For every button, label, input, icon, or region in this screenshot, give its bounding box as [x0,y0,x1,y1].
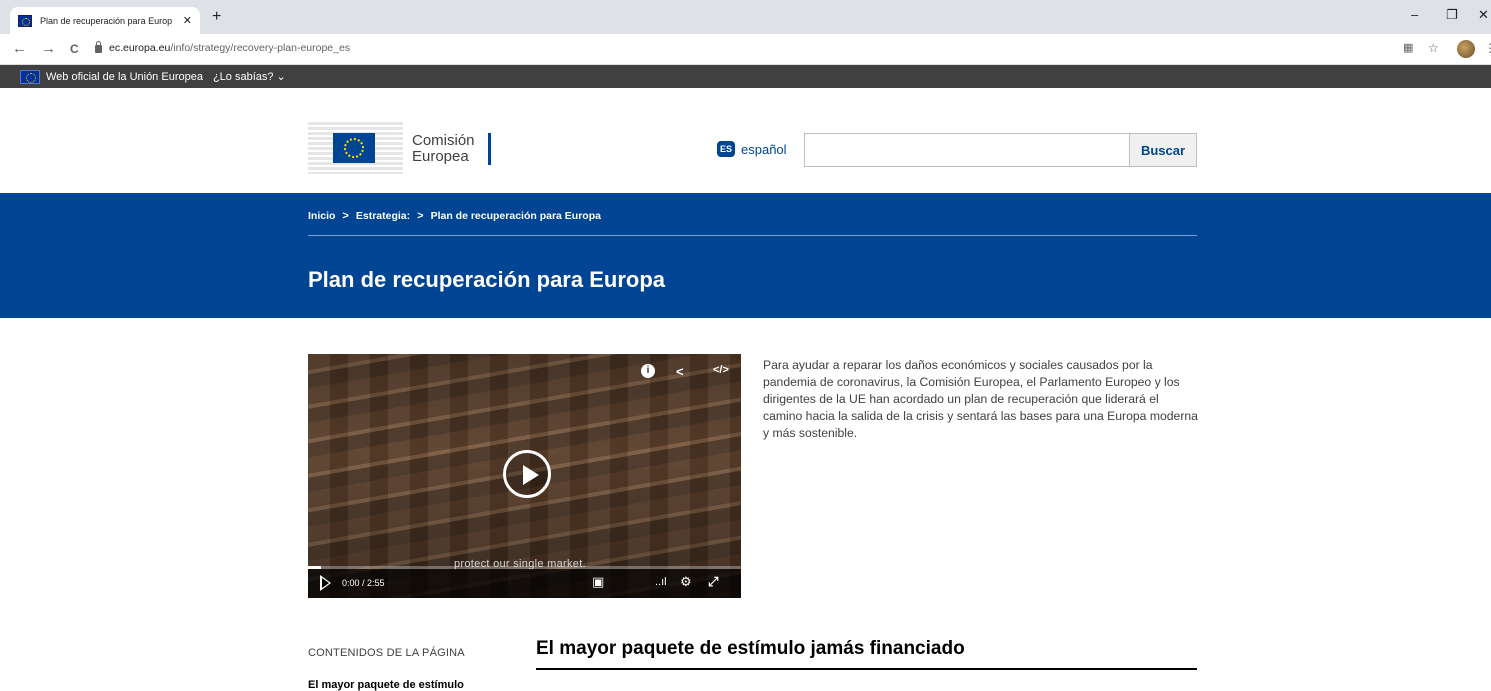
section-divider [536,668,1197,670]
breadcrumb-separator: > [342,210,349,222]
language-label: español [741,141,787,157]
browser-menu-icon[interactable]: ⋮ [1484,41,1491,55]
url-field[interactable]: ec.europa.eu/info/strategy/recovery-plan… [109,42,350,54]
fullscreen-icon[interactable]: ⤢ [708,574,718,590]
search-input[interactable] [804,133,1129,167]
eu-flag-logo-icon [333,133,375,163]
european-commission-logo[interactable]: Comisión Europea [308,122,493,174]
intro-paragraph: Para ayudar a reparar los daños económic… [763,358,1198,440]
video-time: 0:00 / 2:55 [342,578,385,588]
page-title: Plan de recuperación para Europa [308,267,666,292]
toc-item-stimulus[interactable]: El mayor paquete de estímulo [308,679,464,691]
profile-avatar[interactable] [1457,40,1475,58]
video-player[interactable]: i < </> protect our single market. 0:00 … [308,354,741,598]
video-embed-icon[interactable]: </> [713,364,729,376]
language-icon: ES [717,141,735,157]
video-control-bar: 0:00 / 2:55 ▣ ..ıl ⚙ ⤢ [308,569,741,598]
search-button[interactable]: Buscar [1129,133,1197,167]
language-selector[interactable]: ES español [717,141,787,157]
video-info-icon[interactable]: i [641,364,655,378]
page-header-banner: Inicio > Estrategia: > Plan de recuperac… [0,193,1491,318]
breadcrumb-current: Plan de recuperación para Europa [430,210,601,222]
play-icon[interactable] [503,450,551,498]
back-button[interactable]: ← [12,40,27,57]
translate-icon[interactable]: ▦ [1403,41,1413,54]
close-window-button[interactable]: ✕ [1478,7,1489,23]
eu-flag-icon [20,69,40,84]
did-you-know-toggle[interactable]: ¿Lo sabías? ⌄ [213,70,286,83]
tab-title: Plan de recuperación para Europ [40,15,173,26]
section-title: El mayor paquete de estímulo jamás finan… [536,638,965,659]
quality-icon[interactable]: ..ıl [655,576,667,588]
breadcrumb-divider [308,235,1197,236]
video-play-icon[interactable] [320,575,331,591]
browser-tab-bar: Plan de recuperación para Europ ✕ + – ❐ … [0,0,1491,34]
browser-tab[interactable]: Plan de recuperación para Europ ✕ [10,7,200,34]
logo-text: Comisión Europea [412,132,475,165]
breadcrumb-home[interactable]: Inicio [308,210,335,222]
toc-title: CONTENIDOS DE LA PÁGINA [308,647,465,659]
minimize-button[interactable]: – [1411,7,1418,22]
subtitles-icon[interactable]: ▣ [592,574,604,590]
breadcrumb-strategy[interactable]: Estrategia: [356,210,410,222]
search-form: Buscar [804,133,1197,167]
tab-close-icon[interactable]: ✕ [183,14,192,27]
lock-icon[interactable] [95,41,102,53]
official-site-text: Web oficial de la Unión Europea [46,70,203,83]
eu-favicon-icon [18,14,32,27]
settings-icon[interactable]: ⚙ [680,574,692,590]
breadcrumb-separator: > [417,210,424,222]
breadcrumb: Inicio > Estrategia: > Plan de recuperac… [308,210,601,222]
reload-button[interactable]: C [70,42,79,56]
new-tab-button[interactable]: + [212,8,221,26]
address-bar: ← → C ec.europa.eu/info/strategy/recover… [0,34,1491,65]
forward-button[interactable]: → [41,40,56,57]
eu-official-bar: Web oficial de la Unión Europea ¿Lo sabí… [0,65,1491,88]
logo-accent-bar [488,133,491,165]
bookmark-star-icon[interactable]: ☆ [1428,41,1439,55]
video-share-icon[interactable]: < [676,364,684,379]
maximize-button[interactable]: ❐ [1446,7,1458,23]
